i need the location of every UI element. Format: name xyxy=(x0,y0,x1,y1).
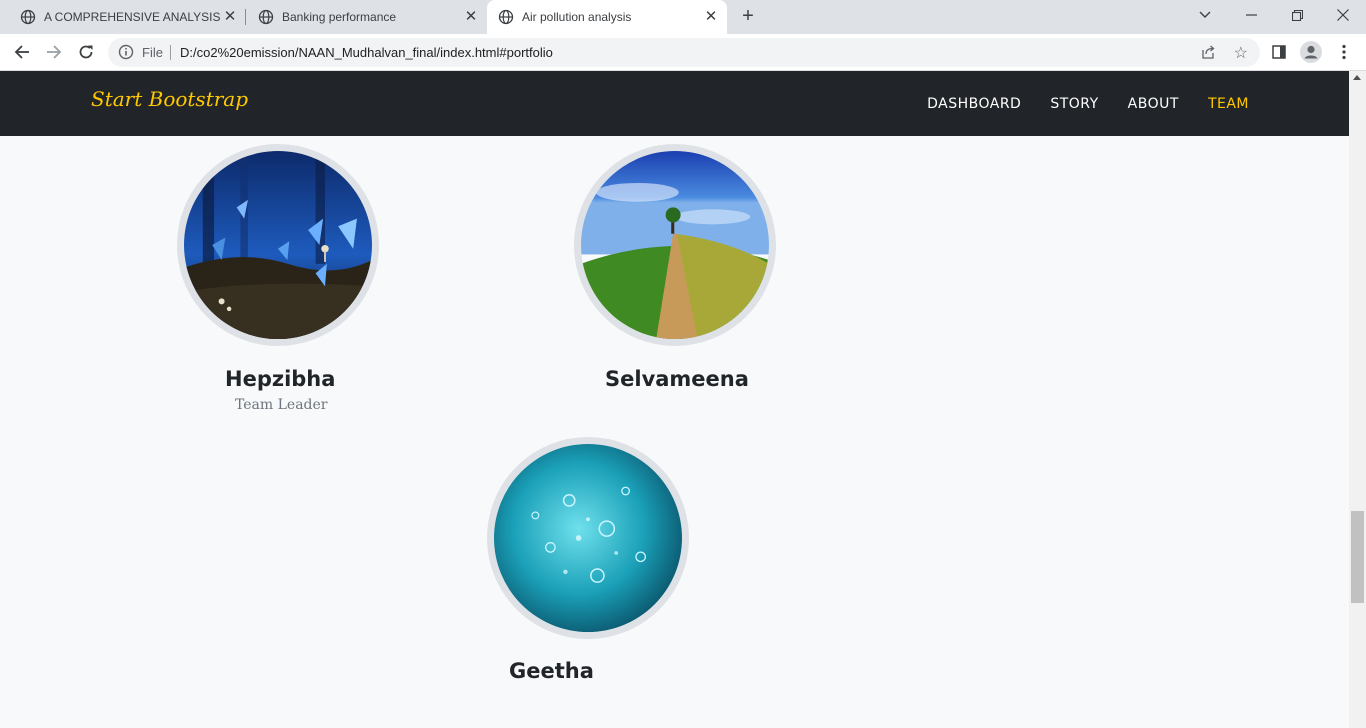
bookmark-star-icon[interactable]: ☆ xyxy=(1234,43,1248,63)
url-text[interactable]: D:/co2%20emission/NAAN_Mudhalvan_final/i… xyxy=(180,45,553,60)
tab-title: Air pollution analysis xyxy=(522,10,632,24)
reload-icon[interactable] xyxy=(74,40,98,64)
site-navbar: Start Bootstrap DASHBOARD STORY ABOUT TE… xyxy=(0,71,1349,136)
tab-title: Banking performance xyxy=(282,10,397,24)
page-scrollbar[interactable] xyxy=(1349,71,1366,728)
page-viewport: Start Bootstrap DASHBOARD STORY ABOUT TE… xyxy=(0,71,1366,728)
close-tab-icon[interactable]: ✕ xyxy=(703,9,719,25)
member-name: Hepzibha xyxy=(225,367,336,391)
globe-icon xyxy=(20,9,36,25)
member-photo-hepzibha xyxy=(177,144,379,346)
member-photo-selvameena xyxy=(574,144,776,346)
info-icon[interactable] xyxy=(118,44,134,60)
member-name: Selvameena xyxy=(605,367,749,391)
brand-logo[interactable]: Start Bootstrap xyxy=(91,87,248,111)
close-tab-icon[interactable]: ✕ xyxy=(222,9,238,25)
side-panel-icon[interactable] xyxy=(1267,40,1291,64)
share-icon[interactable] xyxy=(1200,44,1216,60)
omnibox-divider xyxy=(170,45,171,60)
scroll-thumb[interactable] xyxy=(1351,511,1364,603)
scheme-label: File xyxy=(142,45,163,60)
new-tab-button[interactable]: + xyxy=(736,5,760,29)
profile-avatar-icon[interactable] xyxy=(1299,40,1323,64)
close-window-icon[interactable] xyxy=(1320,0,1366,30)
restore-icon[interactable] xyxy=(1274,0,1320,30)
close-tab-icon[interactable]: ✕ xyxy=(463,9,479,25)
tab-banking-performance[interactable]: Banking performance ✕ xyxy=(247,0,487,34)
scroll-up-arrow-icon[interactable] xyxy=(1353,75,1361,80)
globe-icon xyxy=(498,9,514,25)
nav-links: DASHBOARD STORY ABOUT TEAM xyxy=(898,71,1249,136)
tab-separator xyxy=(245,9,246,25)
member-name: Geetha xyxy=(509,659,594,683)
minimize-icon[interactable] xyxy=(1228,0,1274,30)
nav-link-dashboard[interactable]: DASHBOARD xyxy=(927,96,1021,112)
tab-title: A COMPREHENSIVE ANALYSIS OF xyxy=(44,10,222,24)
globe-icon xyxy=(258,9,274,25)
tab-air-pollution-analysis[interactable]: Air pollution analysis ✕ xyxy=(487,0,727,34)
tab-search-icon[interactable] xyxy=(1182,0,1228,30)
member-role: Team Leader xyxy=(235,397,328,413)
address-toolbar: File D:/co2%20emission/NAAN_Mudhalvan_fi… xyxy=(0,34,1366,71)
member-photo-geetha xyxy=(487,437,689,639)
tab-strip: A COMPREHENSIVE ANALYSIS OF ✕ Banking pe… xyxy=(0,0,1366,34)
nav-link-team[interactable]: TEAM xyxy=(1208,96,1249,112)
kebab-menu-icon[interactable] xyxy=(1332,40,1356,64)
url-bar[interactable]: File D:/co2%20emission/NAAN_Mudhalvan_fi… xyxy=(108,38,1260,67)
nav-link-about[interactable]: ABOUT xyxy=(1128,96,1179,112)
back-icon[interactable] xyxy=(10,40,34,64)
tab-comprehensive-analysis[interactable]: A COMPREHENSIVE ANALYSIS OF ✕ xyxy=(0,0,246,34)
forward-icon[interactable] xyxy=(42,40,66,64)
nav-link-story[interactable]: STORY xyxy=(1050,96,1098,112)
